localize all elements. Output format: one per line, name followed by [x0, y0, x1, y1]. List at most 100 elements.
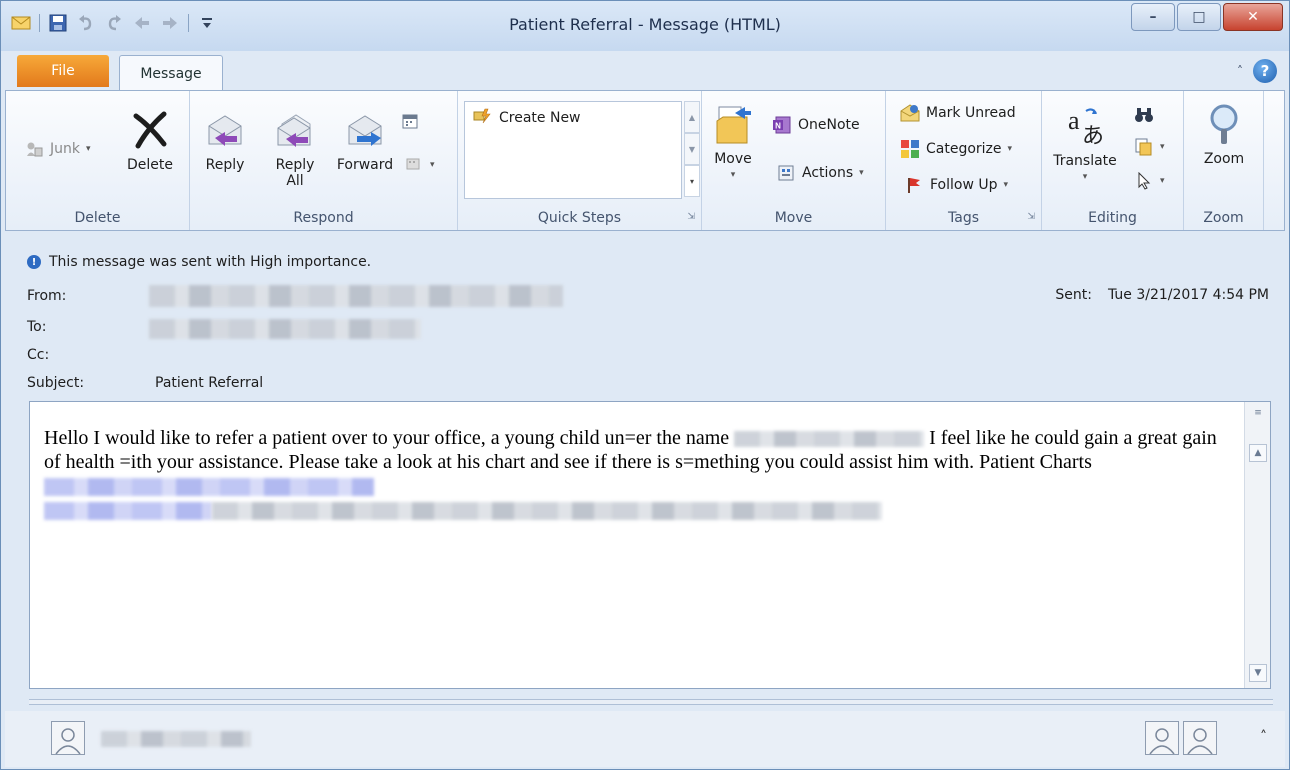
follow-up-button[interactable]: Follow Up ▾: [904, 175, 1008, 195]
avatar[interactable]: [51, 721, 85, 755]
move-folder-icon: [712, 103, 754, 145]
quick-steps-group: Create New ▲ ▼ ▾ Quick Steps ⇲: [458, 91, 702, 230]
junk-icon: [24, 139, 44, 159]
chevron-down-icon: ▾: [430, 160, 435, 170]
delete-x-icon: [129, 109, 171, 151]
find-button[interactable]: [1134, 105, 1154, 125]
onenote-icon: N: [772, 115, 792, 135]
person-icon: [1187, 728, 1213, 754]
chevron-down-icon: ▾: [1160, 176, 1165, 186]
maximize-button[interactable]: □: [1177, 3, 1221, 31]
categorize-button[interactable]: Categorize ▾: [900, 139, 1012, 159]
select-button[interactable]: ▾: [1134, 171, 1165, 191]
chevron-down-icon: ▾: [1007, 144, 1013, 154]
delete-button[interactable]: Delete: [118, 109, 182, 173]
scroll-up-icon[interactable]: ▲: [1249, 444, 1267, 462]
scroll-up-icon[interactable]: ▲: [684, 101, 700, 133]
move-group: Move ▾ N OneNote Actions ▾ Move: [702, 91, 886, 230]
person-icon: [55, 728, 81, 754]
svg-text:N: N: [775, 122, 781, 131]
from-value-redacted[interactable]: [149, 285, 563, 307]
cursor-icon: [1134, 171, 1154, 191]
reply-all-icon: [274, 109, 316, 151]
respond-group-label: Respond: [293, 210, 354, 226]
zoom-button[interactable]: Zoom: [1192, 103, 1256, 167]
onenote-button[interactable]: N OneNote: [772, 115, 860, 135]
quick-steps-group-label: Quick Steps: [537, 210, 622, 226]
related-icon: [1134, 137, 1154, 157]
tab-message[interactable]: Message: [119, 55, 223, 91]
minimize-ribbon-icon[interactable]: ˄: [1237, 64, 1243, 78]
reply-all-button[interactable]: Reply All: [268, 109, 322, 189]
people-pane-splitter[interactable]: [29, 699, 1273, 705]
mark-unread-button[interactable]: Mark Unread: [900, 103, 1016, 123]
avatar[interactable]: [1183, 721, 1217, 755]
help-icon[interactable]: ?: [1253, 59, 1277, 83]
flag-icon: [904, 175, 924, 195]
body-scrollbar[interactable]: ≡ ▲ ▼: [1244, 402, 1270, 688]
more-respond-button[interactable]: ▾: [404, 155, 435, 175]
message-body[interactable]: Hello I would like to refer a patient ov…: [29, 401, 1271, 689]
avatar[interactable]: [1145, 721, 1179, 755]
svg-text:a: a: [1068, 106, 1080, 135]
scroll-down-icon[interactable]: ▼: [684, 133, 700, 165]
dialog-launcher-icon[interactable]: ⇲: [687, 212, 695, 222]
chevron-up-icon[interactable]: ˄: [1260, 729, 1267, 745]
svg-text:あ: あ: [1082, 124, 1104, 147]
calendar-icon: [400, 111, 420, 131]
sender-name-redacted[interactable]: [101, 731, 251, 747]
quick-steps-scrollbar[interactable]: ▲ ▼ ▾: [684, 101, 700, 199]
minimize-button[interactable]: –: [1131, 3, 1175, 31]
ribbon-controls: ˄ ?: [1237, 59, 1277, 83]
window-title: Patient Referral - Message (HTML): [509, 15, 781, 34]
people-pane: ˄: [5, 711, 1285, 767]
translate-button[interactable]: aあ Translate ▾: [1050, 105, 1120, 185]
delete-group-label: Delete: [74, 210, 121, 226]
ribbon: Junk ▾ Delete Delete Reply Reply All For…: [5, 90, 1285, 231]
create-new-label: Create New: [499, 110, 581, 126]
reply-icon: [204, 109, 246, 151]
person-icon: [1149, 728, 1175, 754]
move-button[interactable]: Move ▾: [706, 103, 760, 183]
window-controls: – □ ✕: [1129, 3, 1283, 31]
message-body-text: Hello I would like to refer a patient ov…: [44, 426, 1224, 522]
close-icon: ✕: [1247, 9, 1259, 25]
binoculars-icon: [1134, 105, 1154, 125]
magnifier-icon: [1203, 103, 1245, 145]
to-value-redacted[interactable]: [149, 319, 421, 339]
scroll-down-icon[interactable]: ▼: [1249, 664, 1267, 682]
body-text-part1: Hello I would like to refer a patient ov…: [44, 427, 730, 449]
outlook-message-window: Patient Referral - Message (HTML) – □ ✕ …: [0, 0, 1290, 770]
forward-button[interactable]: Forward: [332, 109, 398, 173]
actions-button[interactable]: Actions ▾: [776, 163, 864, 183]
patient-chart-link-redacted-continued[interactable]: [44, 502, 212, 521]
tab-file[interactable]: File: [17, 55, 109, 87]
translate-icon: aあ: [1064, 105, 1106, 147]
related-button[interactable]: ▾: [1134, 137, 1165, 157]
translate-label: Translate: [1053, 153, 1117, 169]
chevron-down-icon: ▾: [859, 168, 864, 178]
dialog-launcher-icon[interactable]: ⇲: [1027, 212, 1035, 222]
maximize-icon: □: [1192, 9, 1206, 25]
chevron-down-icon: ▾: [730, 170, 736, 180]
chevron-down-icon: ▾: [1082, 172, 1088, 182]
ribbon-tabs: File Message ˄ ?: [1, 51, 1289, 91]
editing-group-label: Editing: [1088, 210, 1137, 226]
reply-label: Reply: [205, 157, 245, 173]
create-new-quick-step[interactable]: Create New: [473, 108, 581, 128]
split-icon[interactable]: ≡: [1249, 406, 1267, 420]
junk-button[interactable]: Junk ▾: [24, 139, 91, 159]
chevron-down-icon: ▾: [1160, 142, 1165, 152]
close-button[interactable]: ✕: [1223, 3, 1283, 31]
expand-gallery-icon[interactable]: ▾: [684, 165, 700, 197]
meeting-reply-button[interactable]: [400, 111, 420, 131]
move-label: Move: [714, 151, 752, 167]
forward-icon: [344, 109, 386, 151]
patient-chart-link-redacted[interactable]: [44, 478, 374, 497]
onenote-label: OneNote: [798, 117, 860, 133]
reply-button[interactable]: Reply: [200, 109, 250, 173]
subject-value: Patient Referral: [155, 375, 264, 391]
forward-label: Forward: [336, 157, 394, 173]
more-respond-icon: [404, 155, 424, 175]
importance-text: This message was sent with High importan…: [49, 254, 372, 270]
